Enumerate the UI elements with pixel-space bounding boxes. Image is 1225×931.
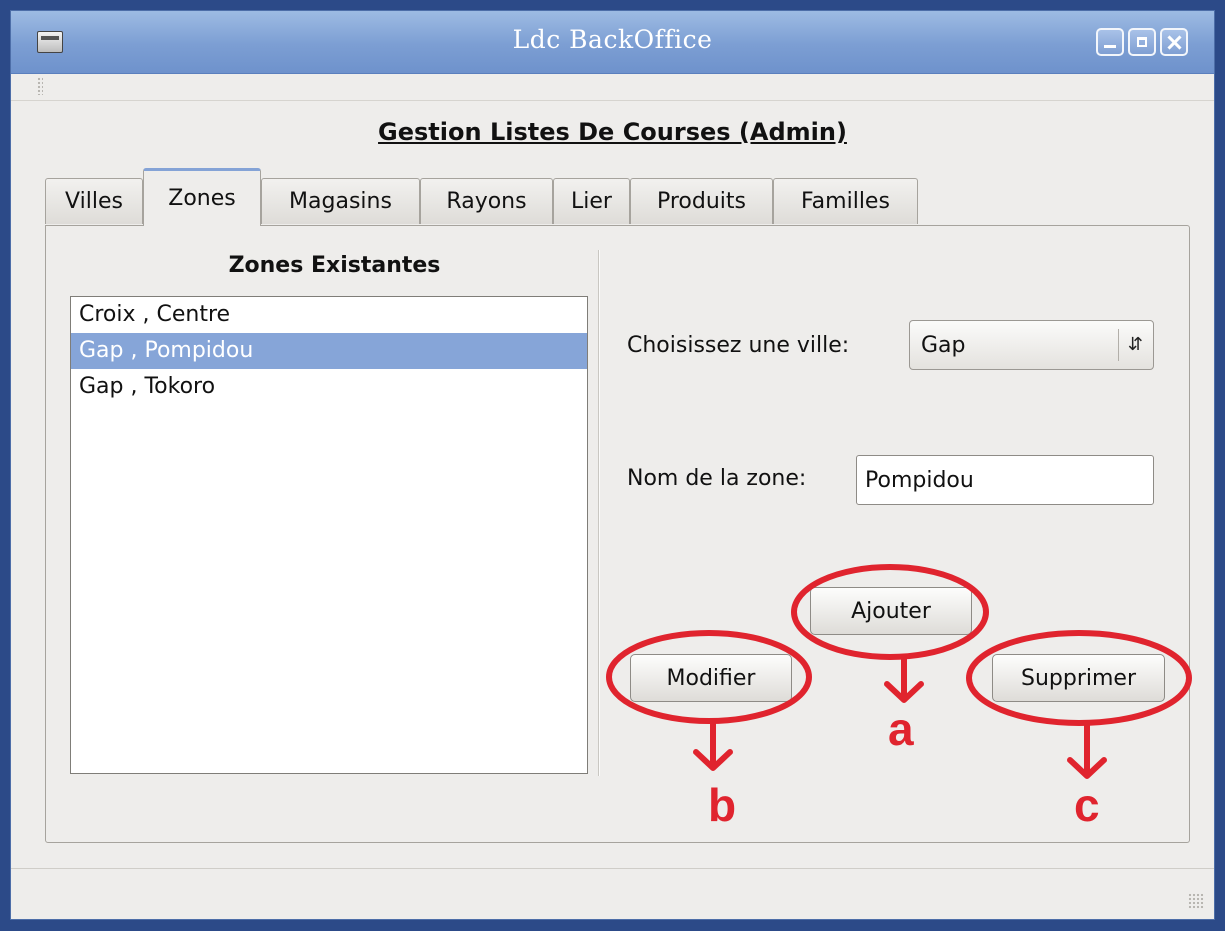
add-button[interactable]: Ajouter xyxy=(810,587,972,635)
zone-name-label: Nom de la zone: xyxy=(627,466,807,491)
city-select[interactable]: Gap ⇵ xyxy=(909,320,1154,370)
delete-button[interactable]: Supprimer xyxy=(992,654,1165,702)
tab-villes[interactable]: Villes xyxy=(45,178,143,224)
tab-magasins[interactable]: Magasins xyxy=(261,178,420,224)
zones-list[interactable]: Croix , Centre Gap , Pompidou Gap , Toko… xyxy=(70,296,588,774)
tab-rayons[interactable]: Rayons xyxy=(420,178,553,224)
list-item[interactable]: Croix , Centre xyxy=(71,297,587,333)
tab-zones[interactable]: Zones xyxy=(143,168,261,226)
tab-familles[interactable]: Familles xyxy=(773,178,918,224)
page-title: Gestion Listes De Courses (Admin) xyxy=(378,118,847,146)
toolbar-grip-icon[interactable] xyxy=(37,77,43,95)
vertical-divider-highlight xyxy=(599,250,600,776)
status-bar-separator xyxy=(11,868,1214,869)
list-item[interactable]: Gap , Pompidou xyxy=(71,333,587,369)
annotation-label-b: b xyxy=(708,779,737,831)
city-select-value: Gap xyxy=(921,333,966,358)
menu-separator xyxy=(11,100,1214,101)
annotation-label-c: c xyxy=(1074,779,1100,831)
title-bar[interactable]: Ldc BackOffice xyxy=(11,11,1214,74)
list-item[interactable]: Gap , Tokoro xyxy=(71,369,587,405)
city-select-divider xyxy=(1118,329,1119,361)
zone-name-field-box xyxy=(856,455,1154,505)
modify-button[interactable]: Modifier xyxy=(630,654,792,702)
city-label: Choisissez une ville: xyxy=(627,333,850,358)
zone-name-field[interactable] xyxy=(857,456,1153,504)
annotation-label-a: a xyxy=(888,703,914,755)
resize-grip-icon[interactable] xyxy=(1188,893,1204,909)
maximize-button[interactable] xyxy=(1128,28,1156,56)
window-title: Ldc BackOffice xyxy=(512,25,713,54)
close-button[interactable] xyxy=(1160,28,1188,56)
tab-lier[interactable]: Lier xyxy=(553,178,630,224)
tab-produits[interactable]: Produits xyxy=(630,178,773,224)
minimize-button[interactable] xyxy=(1096,28,1124,56)
updown-arrows-icon: ⇵ xyxy=(1127,334,1143,355)
zones-list-title: Zones Existantes xyxy=(228,253,441,278)
